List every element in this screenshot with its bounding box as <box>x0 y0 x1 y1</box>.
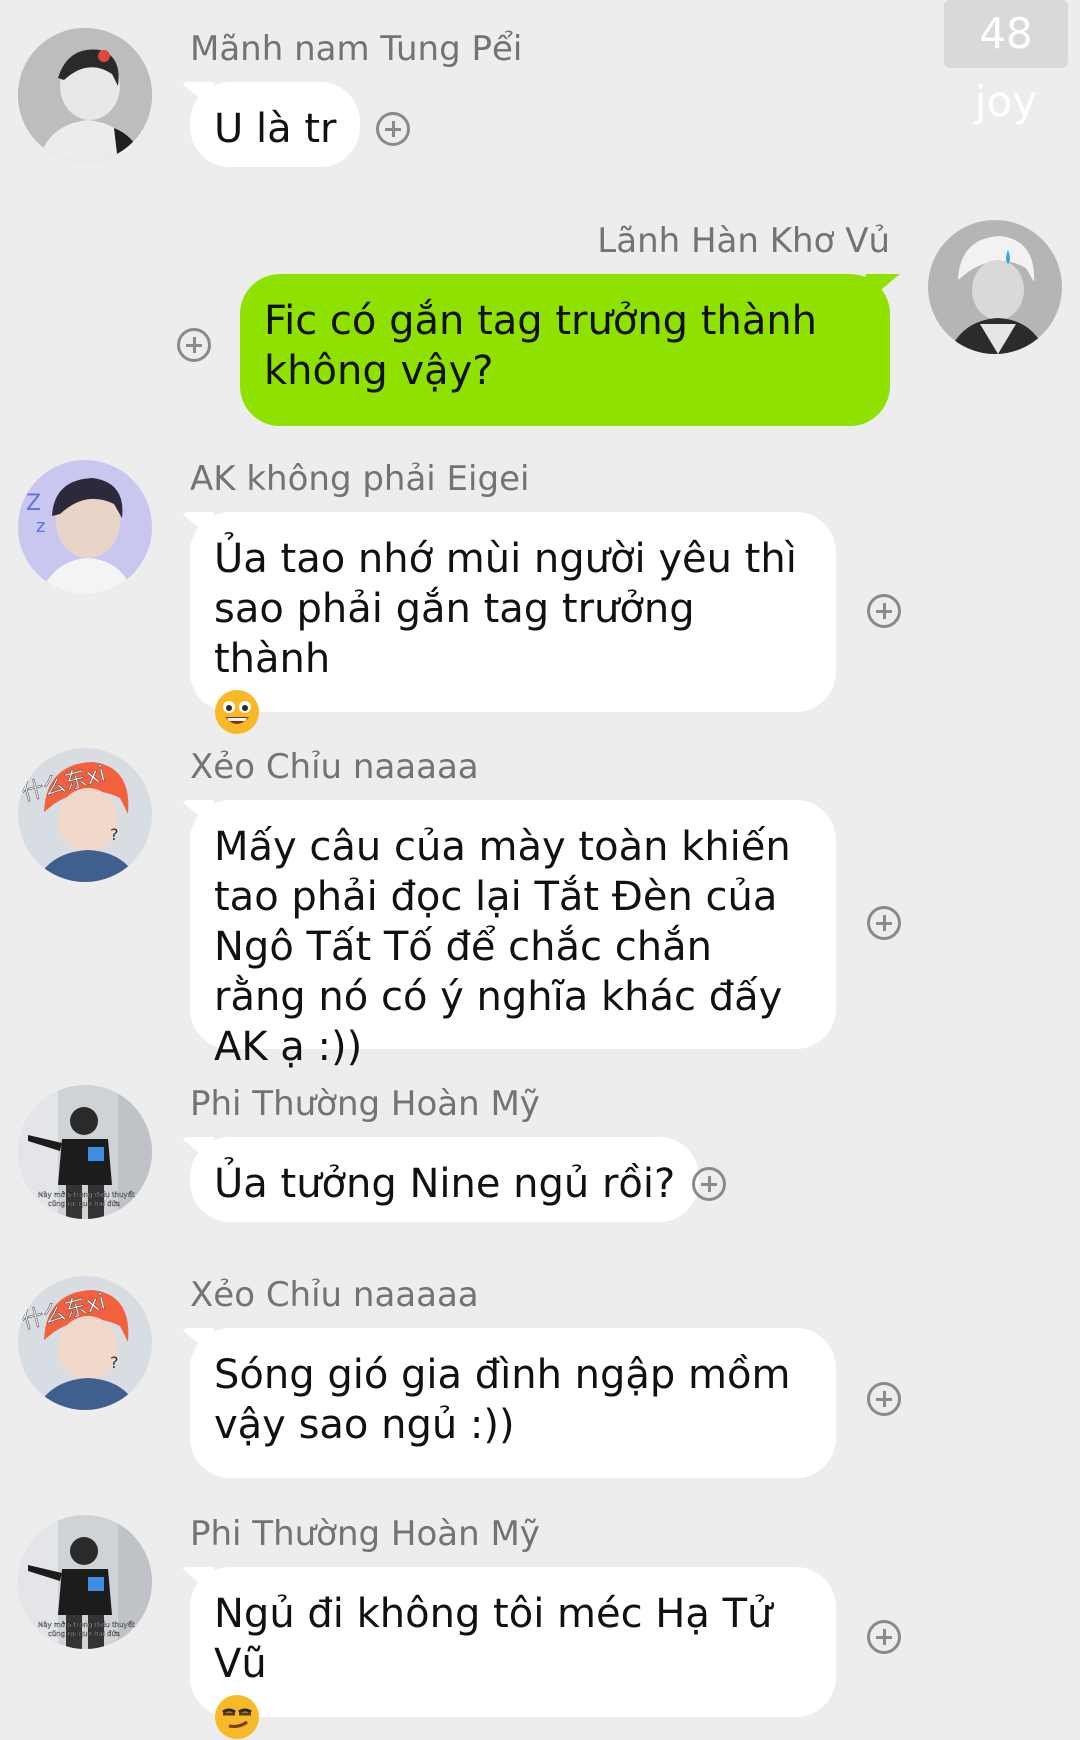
avatar[interactable]: Z z <box>18 460 152 594</box>
sender-name: AK không phải Eigei <box>190 459 530 499</box>
avatar[interactable]: 什么东xi ? <box>18 1276 152 1410</box>
avatar[interactable] <box>928 220 1062 354</box>
add-reaction-icon[interactable] <box>692 1167 726 1201</box>
add-reaction-icon[interactable] <box>867 906 901 940</box>
sender-name: Phi Thường Hoàn Mỹ <box>190 1084 540 1124</box>
message-bubble[interactable]: U là tr <box>190 82 361 167</box>
message-text: Mấy câu của mày toàn khiến tao phải đọc … <box>214 824 791 1070</box>
svg-text:cũng rồi quá hai đứa: cũng rồi quá hai đứa <box>48 1200 120 1208</box>
message-text: Ủa tưởng Nine ngủ rồi? <box>214 1161 676 1207</box>
add-reaction-icon[interactable] <box>867 594 901 628</box>
avatar[interactable]: Này mở ở trong điều thuyết cũng rồi quá … <box>18 1515 152 1649</box>
message-bubble[interactable]: Ủa tao nhớ mùi người yêu thì sao phải gắ… <box>190 512 836 734</box>
svg-text:z: z <box>36 516 45 537</box>
message-row: 什么东xi ? Xẻo Chỉu naaaaa Sóng gió gia đìn… <box>0 1274 1080 1478</box>
sender-name: Lãnh Hàn Khơ Vủ <box>597 221 890 261</box>
svg-text:Này mở ở trong điều thuyết: Này mở ở trong điều thuyết <box>38 1191 135 1199</box>
svg-text:?: ? <box>110 1353 119 1372</box>
message-text: U là tr <box>214 106 337 152</box>
avatar[interactable]: Này mở ở trong điều thuyết cũng rồi quá … <box>18 1085 152 1219</box>
message-text: Ngủ đi không tôi méc Hạ Tử Vũ <box>214 1591 773 1687</box>
add-reaction-icon[interactable] <box>177 328 211 362</box>
add-reaction-icon[interactable] <box>867 1620 901 1654</box>
sender-name: Xẻo Chỉu naaaaa <box>190 1275 479 1315</box>
avatar[interactable] <box>18 28 152 162</box>
message-row: Lãnh Hàn Khơ Vủ Fic có gắn tag trưởng th… <box>0 220 1080 430</box>
message-bubble[interactable]: Ngủ đi không tôi méc Hạ Tử Vũ <box>190 1567 836 1739</box>
add-reaction-icon[interactable] <box>867 1382 901 1416</box>
sender-name: Mãnh nam Tung Pểi <box>190 29 523 69</box>
sender-name: Xẻo Chỉu naaaaa <box>190 747 479 787</box>
message-bubble[interactable]: Sóng gió gia đình ngập mồm vậy sao ngủ :… <box>190 1328 836 1478</box>
svg-text:cũng rồi quá hai đứa: cũng rồi quá hai đứa <box>48 1630 120 1638</box>
message-row: Z z AK không phải Eigei Ủa tao nhớ mùi n… <box>0 458 1080 734</box>
message-text: Fic có gắn tag trưởng thành không vậy? <box>264 298 818 394</box>
smirk-face-emoji <box>214 1694 260 1740</box>
message-bubble[interactable]: Ủa tưởng Nine ngủ rồi? <box>190 1137 700 1222</box>
avatar[interactable]: 什么东xi ? <box>18 748 152 882</box>
message-bubble[interactable]: Fic có gắn tag trưởng thành không vậy? <box>240 274 890 426</box>
svg-text:?: ? <box>110 825 119 844</box>
message-row: Mãnh nam Tung Pểi U là tr <box>0 28 1080 178</box>
message-row: Này mở ở trong điều thuyết cũng rồi quá … <box>0 1513 1080 1739</box>
message-bubble[interactable]: Mấy câu của mày toàn khiến tao phải đọc … <box>190 800 836 1070</box>
grinning-face-emoji <box>214 689 260 735</box>
sender-name: Phi Thường Hoàn Mỹ <box>190 1514 540 1554</box>
svg-text:Này mở ở trong điều thuyết: Này mở ở trong điều thuyết <box>38 1621 135 1629</box>
message-text: Ủa tao nhớ mùi người yêu thì sao phải gắ… <box>214 536 797 682</box>
message-row: Này mở ở trong điều thuyết cũng rồi quá … <box>0 1083 1080 1243</box>
message-row: 什么东xi ? Xẻo Chỉu naaaaa Mấy câu của mày … <box>0 746 1080 1070</box>
add-reaction-icon[interactable] <box>376 112 410 146</box>
svg-text:Z: Z <box>26 491 41 516</box>
message-text: Sóng gió gia đình ngập mồm vậy sao ngủ :… <box>214 1352 791 1448</box>
